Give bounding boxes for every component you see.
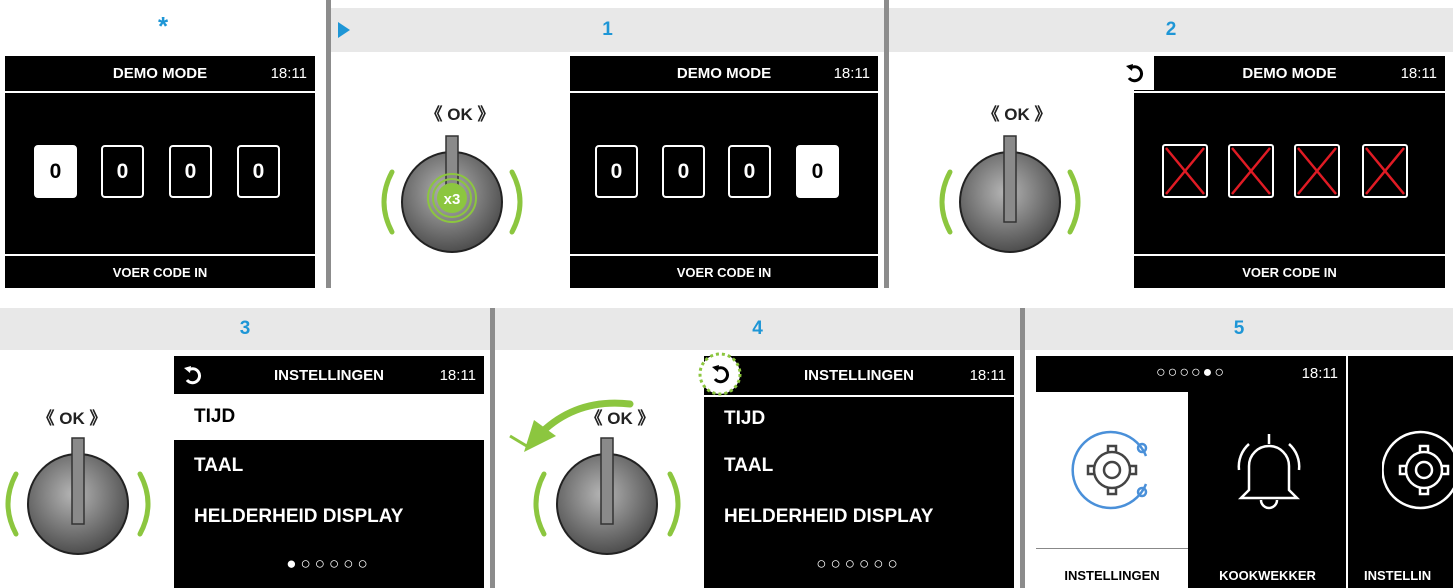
code-digit-1[interactable]: 0 bbox=[34, 145, 77, 198]
code-digit-4[interactable]: 0 bbox=[237, 145, 280, 198]
divider bbox=[5, 91, 315, 93]
menu-item-tijd[interactable]: TIJD bbox=[174, 394, 484, 440]
clock: 18:11 bbox=[270, 64, 307, 82]
screen-footer: VOER CODE IN bbox=[112, 265, 208, 280]
tile-label: INSTELLINGEN bbox=[1064, 568, 1160, 583]
divider bbox=[5, 254, 315, 256]
code-digit-error-3 bbox=[1294, 144, 1340, 198]
menu-item-helderheid-display[interactable]: HELDERHEID DISPLAY bbox=[174, 492, 484, 542]
code-digit-1[interactable]: 0 bbox=[595, 145, 638, 198]
screen-footer: VOER CODE IN bbox=[1242, 265, 1337, 280]
divider bbox=[1134, 254, 1445, 256]
code-digit-error-4 bbox=[1362, 144, 1408, 198]
gear-icon bbox=[1071, 430, 1148, 510]
panel-number: 4 bbox=[752, 318, 763, 339]
screen-title: INSTELLINGEN bbox=[803, 366, 914, 384]
panel-number: 5 bbox=[1233, 318, 1245, 339]
back-icon-highlighted[interactable] bbox=[696, 350, 744, 398]
divider bbox=[1036, 548, 1188, 549]
panel-number: 2 bbox=[1165, 19, 1177, 40]
menu-item-helderheid-display[interactable]: HELDERHEID DISPLAY bbox=[704, 492, 1014, 542]
page-indicator: ○○○○●○ bbox=[1156, 364, 1226, 381]
code-screen: DEMO MODE 18:11 0 0 0 0 VOER CODE IN bbox=[570, 56, 878, 288]
divider bbox=[1020, 308, 1025, 588]
rotary-knob-icon[interactable]: x3 bbox=[372, 132, 532, 272]
rotary-knob-icon[interactable] bbox=[0, 434, 160, 574]
play-icon bbox=[338, 22, 350, 38]
panel-4-header: 4 bbox=[495, 308, 1020, 350]
panel-1-header: 1 bbox=[331, 8, 884, 52]
clock: 18:11 bbox=[439, 366, 476, 384]
code-digit-2[interactable]: 0 bbox=[101, 145, 144, 198]
settings-screen: INSTELLINGEN 18:11 TIJD TAAL HELDERHEID … bbox=[704, 356, 1014, 588]
press-count: x3 bbox=[444, 191, 461, 208]
gear-icon bbox=[1382, 430, 1453, 510]
divider bbox=[1134, 91, 1445, 93]
screen-footer: VOER CODE IN bbox=[676, 265, 772, 280]
divider bbox=[490, 308, 495, 588]
tile-label: KOOKWEKKER bbox=[1219, 568, 1316, 583]
screen-title: DEMO MODE bbox=[112, 64, 208, 82]
clock: 18:11 bbox=[1400, 64, 1437, 82]
panel-3-header: 3 bbox=[0, 308, 490, 350]
code-digit-error-2 bbox=[1228, 144, 1274, 198]
main-menu-screen: ○○○○●○ 18:11 INSTELLINGEN KOOKWEKKER INS… bbox=[1036, 356, 1453, 588]
menu-item-taal[interactable]: TAAL bbox=[704, 442, 1014, 490]
code-screen: DEMO MODE 18:11 0 0 0 0 VOER CODE IN bbox=[5, 56, 315, 288]
code-screen-error: DEMO MODE 18:11 VOER CODE IN bbox=[1134, 56, 1445, 288]
settings-screen: INSTELLINGEN 18:11 TIJD TAAL HELDERHEID … bbox=[174, 356, 484, 588]
tile-label: INSTELLIN bbox=[1364, 568, 1432, 583]
code-digit-4[interactable]: 0 bbox=[796, 145, 839, 198]
ok-label: 《 OK 》 bbox=[37, 409, 107, 428]
code-digit-2[interactable]: 0 bbox=[662, 145, 705, 198]
rotary-knob-icon[interactable] bbox=[500, 396, 700, 576]
tile-instellingen-next[interactable]: INSTELLIN bbox=[1348, 392, 1453, 588]
code-digit-3[interactable]: 0 bbox=[169, 145, 212, 198]
panel-number: 1 bbox=[602, 19, 613, 40]
menu-item-taal[interactable]: TAAL bbox=[174, 442, 484, 490]
page-indicator: ●○○○○○ bbox=[286, 554, 372, 573]
panel-number: 3 bbox=[239, 318, 251, 339]
screen-title: DEMO MODE bbox=[1242, 64, 1337, 82]
back-icon[interactable] bbox=[179, 361, 207, 389]
panel-5-header: 5 bbox=[1025, 308, 1453, 350]
screen-title: INSTELLINGEN bbox=[273, 366, 384, 384]
panel-2-header: 2 bbox=[889, 8, 1453, 52]
screen-title: DEMO MODE bbox=[676, 64, 772, 82]
ok-label: 《 OK 》 bbox=[982, 105, 1052, 124]
tile-instellingen[interactable]: INSTELLINGEN bbox=[1036, 392, 1188, 588]
back-icon[interactable] bbox=[1118, 56, 1154, 90]
panel-star-header: * bbox=[157, 10, 169, 41]
clock: 18:11 bbox=[969, 366, 1006, 384]
bell-icon bbox=[1237, 434, 1301, 510]
divider bbox=[570, 254, 878, 256]
ok-label: 《 OK 》 bbox=[425, 105, 495, 124]
clock: 18:11 bbox=[1301, 364, 1338, 382]
rotary-knob-icon[interactable] bbox=[930, 132, 1090, 272]
code-digit-error-1 bbox=[1162, 144, 1208, 198]
code-digit-3[interactable]: 0 bbox=[728, 145, 771, 198]
clock: 18:11 bbox=[833, 64, 870, 82]
divider bbox=[570, 91, 878, 93]
tile-kookwekker[interactable]: KOOKWEKKER bbox=[1189, 392, 1346, 588]
page-indicator: ○○○○○○ bbox=[816, 554, 902, 573]
menu-item-tijd[interactable]: TIJD bbox=[704, 396, 1014, 442]
